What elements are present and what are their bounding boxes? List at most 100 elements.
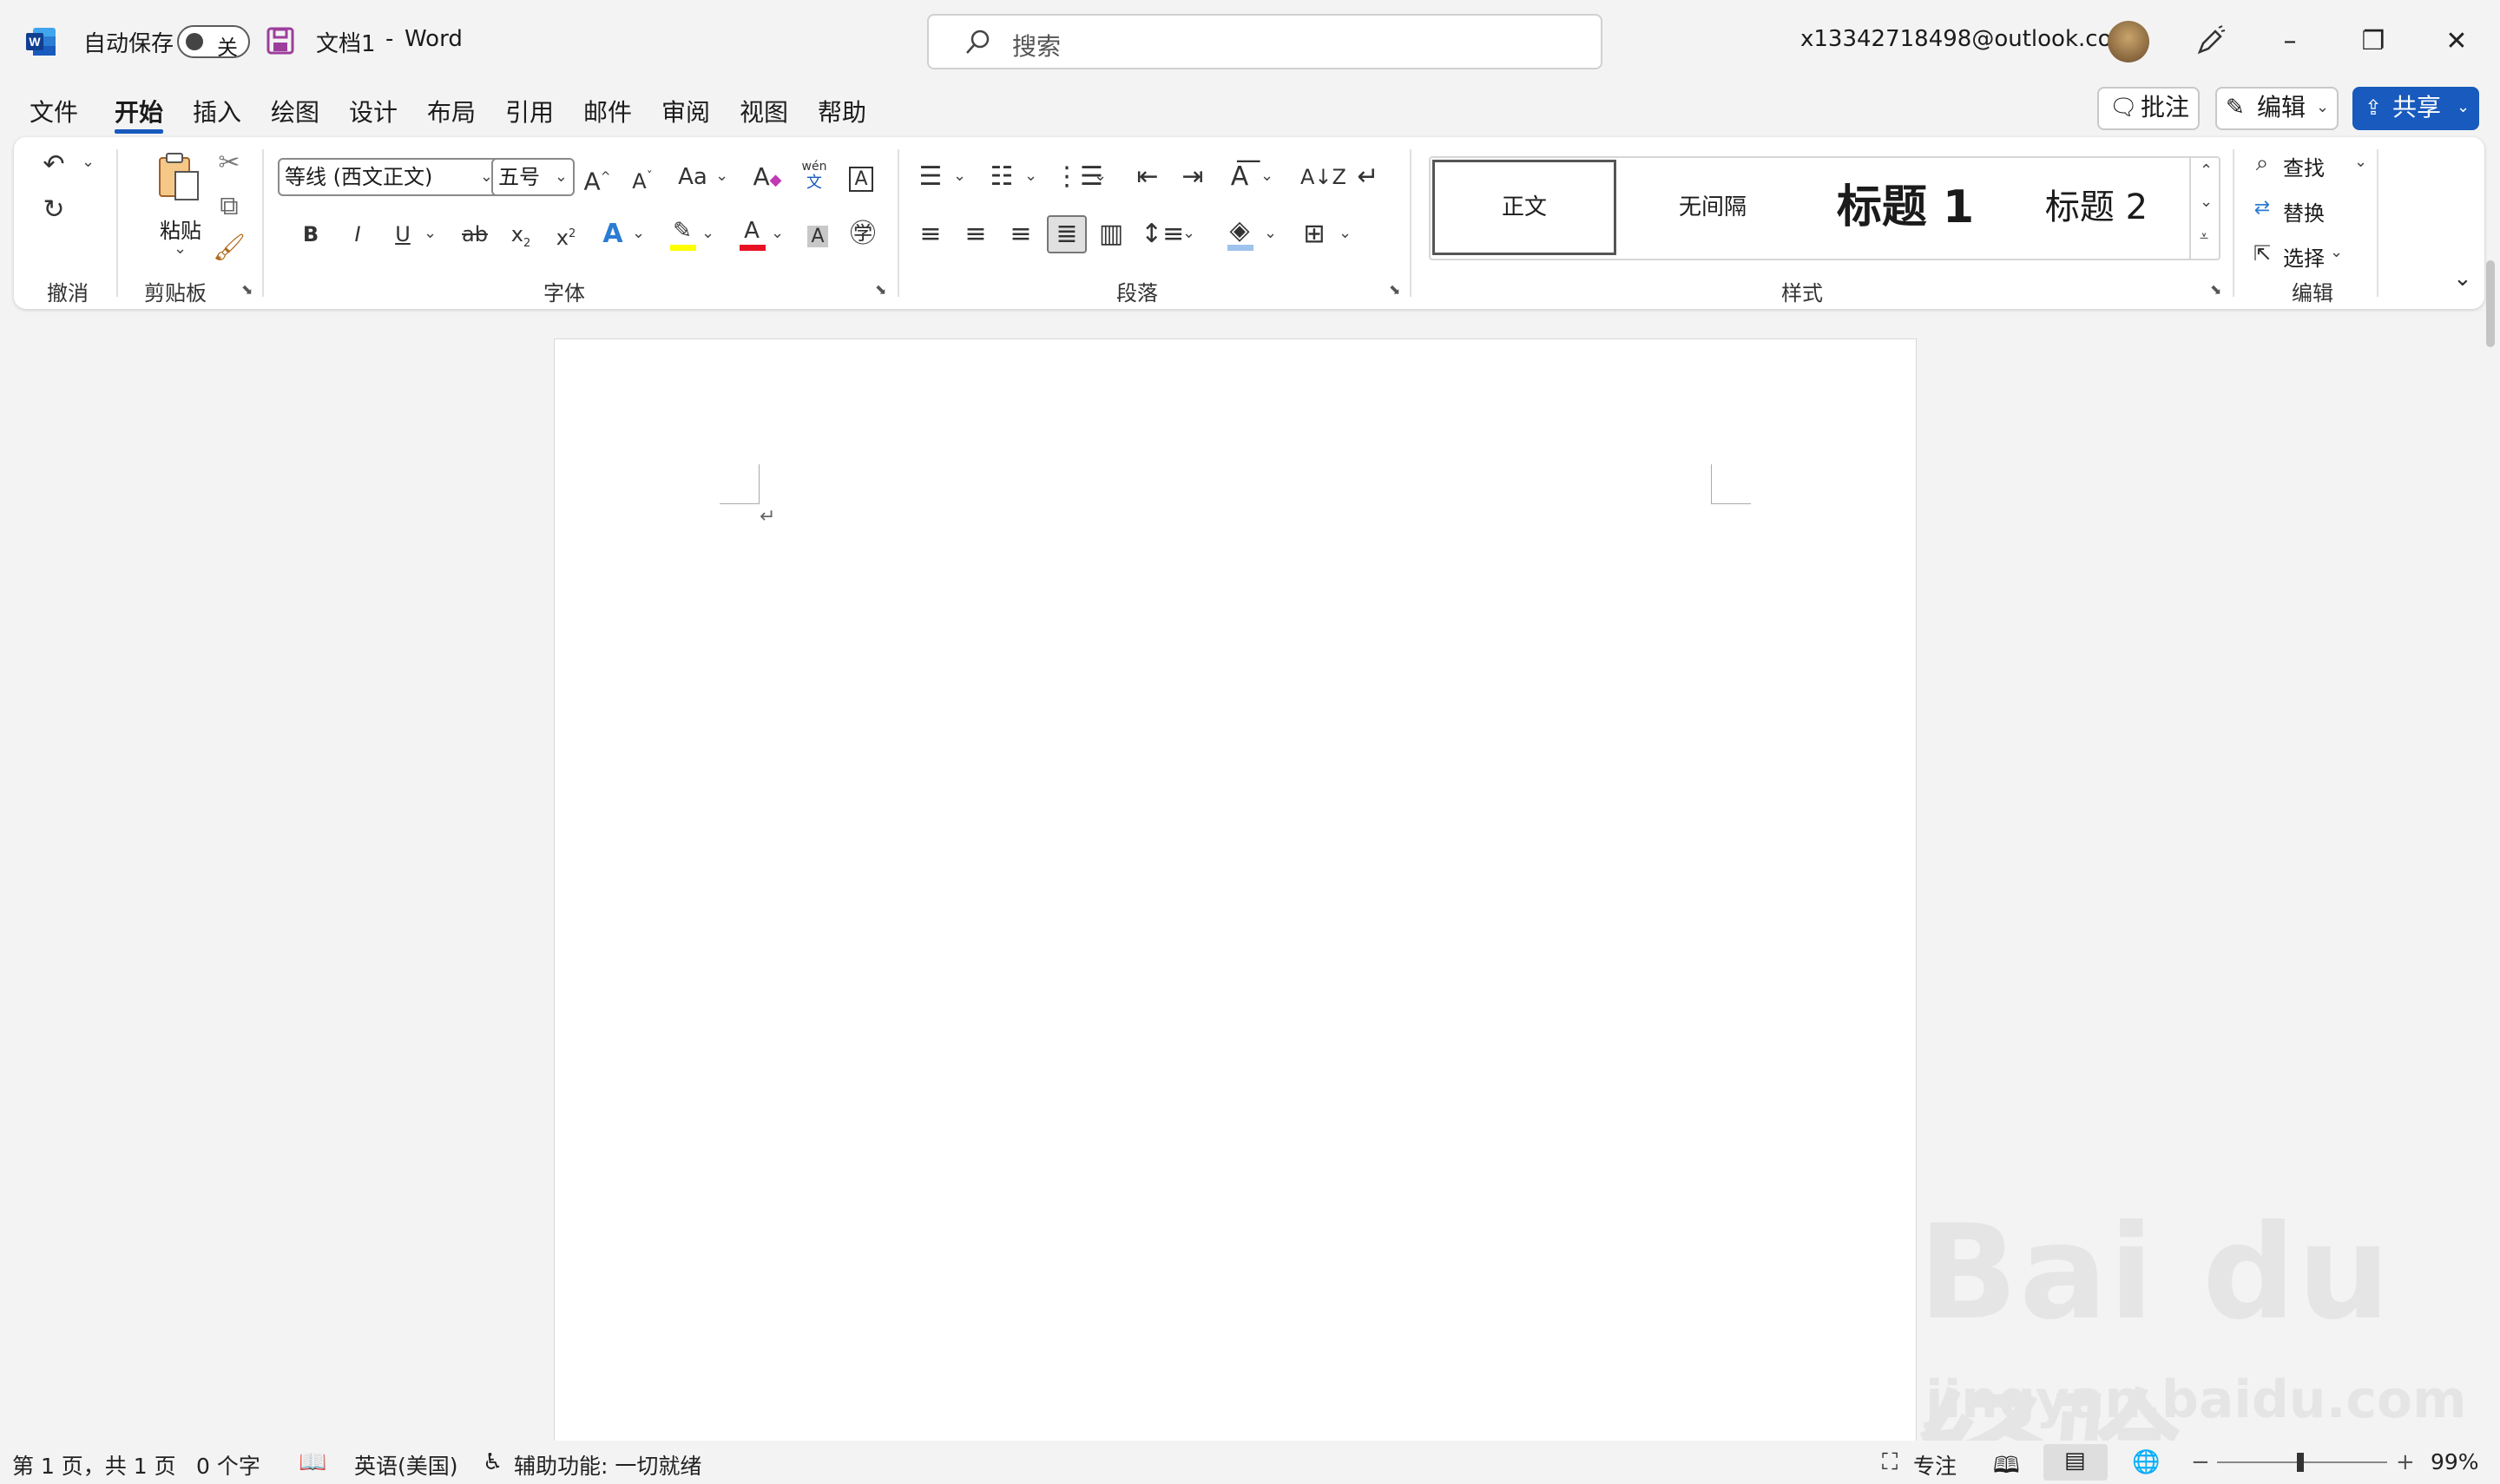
undo-icon[interactable]: ↶: [36, 148, 71, 182]
sort-icon[interactable]: A↓Z: [1300, 160, 1346, 194]
tab-home[interactable]: 开始: [115, 94, 164, 134]
tab-view[interactable]: 视图: [740, 94, 788, 128]
tab-draw[interactable]: 绘图: [271, 94, 319, 128]
multilevel-list-icon[interactable]: ⋮☰: [1054, 160, 1103, 194]
justify-icon[interactable]: ≣: [1047, 215, 1087, 253]
comments-button[interactable]: 🗨 批注: [2097, 87, 2200, 130]
vertical-scrollbar[interactable]: [2486, 260, 2495, 347]
cut-icon[interactable]: ✂: [212, 146, 247, 181]
document-page[interactable]: ↵: [554, 338, 1917, 1449]
dialog-launcher-icon[interactable]: ⬊: [1389, 281, 1400, 298]
save-icon[interactable]: [266, 26, 295, 56]
underline-icon[interactable]: U: [385, 217, 420, 252]
style-heading-1[interactable]: 标题 1: [1804, 160, 2007, 255]
dialog-launcher-icon[interactable]: ⬊: [875, 281, 886, 298]
borders-icon[interactable]: ⊞: [1297, 217, 1332, 252]
word-count[interactable]: 0 个字: [196, 1449, 260, 1481]
superscript-icon[interactable]: x2: [549, 217, 583, 252]
align-left-icon[interactable]: ≡: [913, 217, 948, 252]
distributed-icon[interactable]: ▥: [1094, 217, 1128, 252]
close-icon[interactable]: ✕: [2438, 21, 2476, 62]
zoom-slider-thumb[interactable]: [2297, 1453, 2304, 1472]
gallery-scroll[interactable]: ⌃ ⌄ ⩡: [2189, 158, 2219, 259]
print-layout-button[interactable]: ▤: [2043, 1444, 2108, 1481]
find-button[interactable]: ⌕ 查找 ⌄: [2247, 146, 2377, 181]
character-border-icon[interactable]: A: [844, 160, 878, 194]
chevron-down-icon[interactable]: ⌄: [1264, 224, 1277, 242]
decrease-indent-icon[interactable]: ⇤: [1130, 160, 1165, 194]
focus-icon[interactable]: ⛶: [1882, 1449, 1898, 1476]
replace-button[interactable]: ⇄ 替换: [2247, 191, 2377, 226]
collapse-ribbon-icon[interactable]: ⌄: [2453, 266, 2472, 292]
line-spacing-icon[interactable]: ↕≡: [1141, 217, 1184, 252]
highlight-icon[interactable]: ✎: [665, 213, 700, 248]
chevron-down-icon[interactable]: ⌄: [715, 167, 728, 185]
style-normal[interactable]: 正文: [1432, 160, 1616, 255]
tab-layout[interactable]: 布局: [427, 94, 476, 128]
tab-references[interactable]: 引用: [505, 94, 554, 128]
zoom-slider[interactable]: [2217, 1453, 2387, 1472]
read-mode-icon[interactable]: 🕮: [1993, 1449, 2020, 1484]
language[interactable]: 英语(美国): [354, 1449, 458, 1481]
web-layout-icon[interactable]: 🌐: [2132, 1449, 2160, 1475]
chevron-up-icon[interactable]: ⌃: [2200, 161, 2213, 180]
zoom-in-icon[interactable]: +: [2396, 1449, 2415, 1475]
chevron-down-icon[interactable]: ⌄: [1024, 167, 1037, 185]
chevron-down-icon[interactable]: ⌄: [1182, 224, 1195, 242]
more-styles-icon[interactable]: ⩡: [2200, 227, 2208, 246]
grow-font-icon[interactable]: A^: [580, 160, 615, 195]
restore-icon[interactable]: ❐: [2354, 21, 2392, 62]
focus-label[interactable]: 专注: [1913, 1449, 1957, 1481]
account-email[interactable]: x13342718498@outlook.com: [1800, 26, 2134, 52]
tab-file[interactable]: 文件: [30, 94, 78, 128]
clear-formatting-icon[interactable]: A◆: [750, 160, 785, 194]
numbering-icon[interactable]: ☷: [984, 160, 1019, 194]
phonetic-guide-icon[interactable]: wén 文: [797, 160, 832, 194]
avatar[interactable]: [2108, 21, 2149, 62]
tab-insert[interactable]: 插入: [193, 94, 241, 128]
tab-design[interactable]: 设计: [349, 94, 398, 128]
font-color-icon[interactable]: A: [734, 213, 769, 248]
chevron-down-icon[interactable]: ⌄: [82, 153, 95, 171]
text-effects-icon[interactable]: A: [595, 217, 630, 252]
chinese-layout-icon[interactable]: A͞: [1222, 160, 1257, 194]
dialog-launcher-icon[interactable]: ⬊: [241, 281, 253, 298]
accessibility-status[interactable]: 辅助功能: 一切就绪: [514, 1449, 701, 1481]
editing-mode-button[interactable]: ✎ 编辑 ⌄: [2215, 87, 2339, 130]
tab-review[interactable]: 审阅: [661, 94, 710, 128]
select-button[interactable]: ⇱ 选择 ⌄: [2247, 236, 2377, 271]
zoom-level[interactable]: 99%: [2431, 1449, 2479, 1474]
tab-mailings[interactable]: 邮件: [583, 94, 632, 128]
font-name-select[interactable]: 等线 (西文正文) ⌄: [278, 158, 502, 196]
tab-help[interactable]: 帮助: [818, 94, 866, 128]
italic-icon[interactable]: I: [340, 217, 375, 252]
character-shading-icon[interactable]: A: [800, 217, 835, 252]
chevron-down-icon[interactable]: ⌄: [2200, 193, 2213, 211]
page-count[interactable]: 第 1 页，共 1 页: [12, 1449, 176, 1481]
search-box[interactable]: 搜索: [927, 14, 1602, 69]
align-center-icon[interactable]: ≡: [958, 217, 993, 252]
minimize-icon[interactable]: –: [2271, 21, 2309, 62]
style-no-spacing[interactable]: 无间隔: [1623, 160, 1802, 255]
align-right-icon[interactable]: ≡: [1003, 217, 1038, 252]
chevron-down-icon[interactable]: ⌄: [1339, 224, 1352, 242]
paste-button[interactable]: 粘贴 ⌄: [141, 149, 219, 262]
pen-icon[interactable]: [2193, 24, 2227, 59]
bold-icon[interactable]: B: [293, 217, 328, 252]
subscript-icon[interactable]: x2: [503, 217, 538, 252]
chevron-down-icon[interactable]: ⌄: [1094, 167, 1107, 185]
zoom-out-icon[interactable]: −: [2191, 1449, 2210, 1475]
increase-indent-icon[interactable]: ⇥: [1175, 160, 1210, 194]
copy-icon[interactable]: ⧉: [212, 189, 247, 224]
autosave-toggle[interactable]: 关: [177, 25, 250, 60]
dialog-launcher-icon[interactable]: ⬊: [2210, 281, 2221, 298]
font-size-select[interactable]: 五号 ⌄: [491, 158, 575, 196]
bullets-icon[interactable]: ☰: [913, 160, 948, 194]
redo-icon[interactable]: ↻: [36, 193, 71, 227]
style-heading-2[interactable]: 标题 2: [2007, 160, 2186, 255]
chevron-down-icon[interactable]: ⌄: [424, 224, 437, 242]
chevron-down-icon[interactable]: ⌄: [771, 224, 784, 242]
format-painter-icon[interactable]: 🖌: [212, 231, 247, 266]
chevron-down-icon[interactable]: ⌄: [1260, 167, 1273, 185]
shrink-font-icon[interactable]: Aˇ: [625, 160, 660, 194]
